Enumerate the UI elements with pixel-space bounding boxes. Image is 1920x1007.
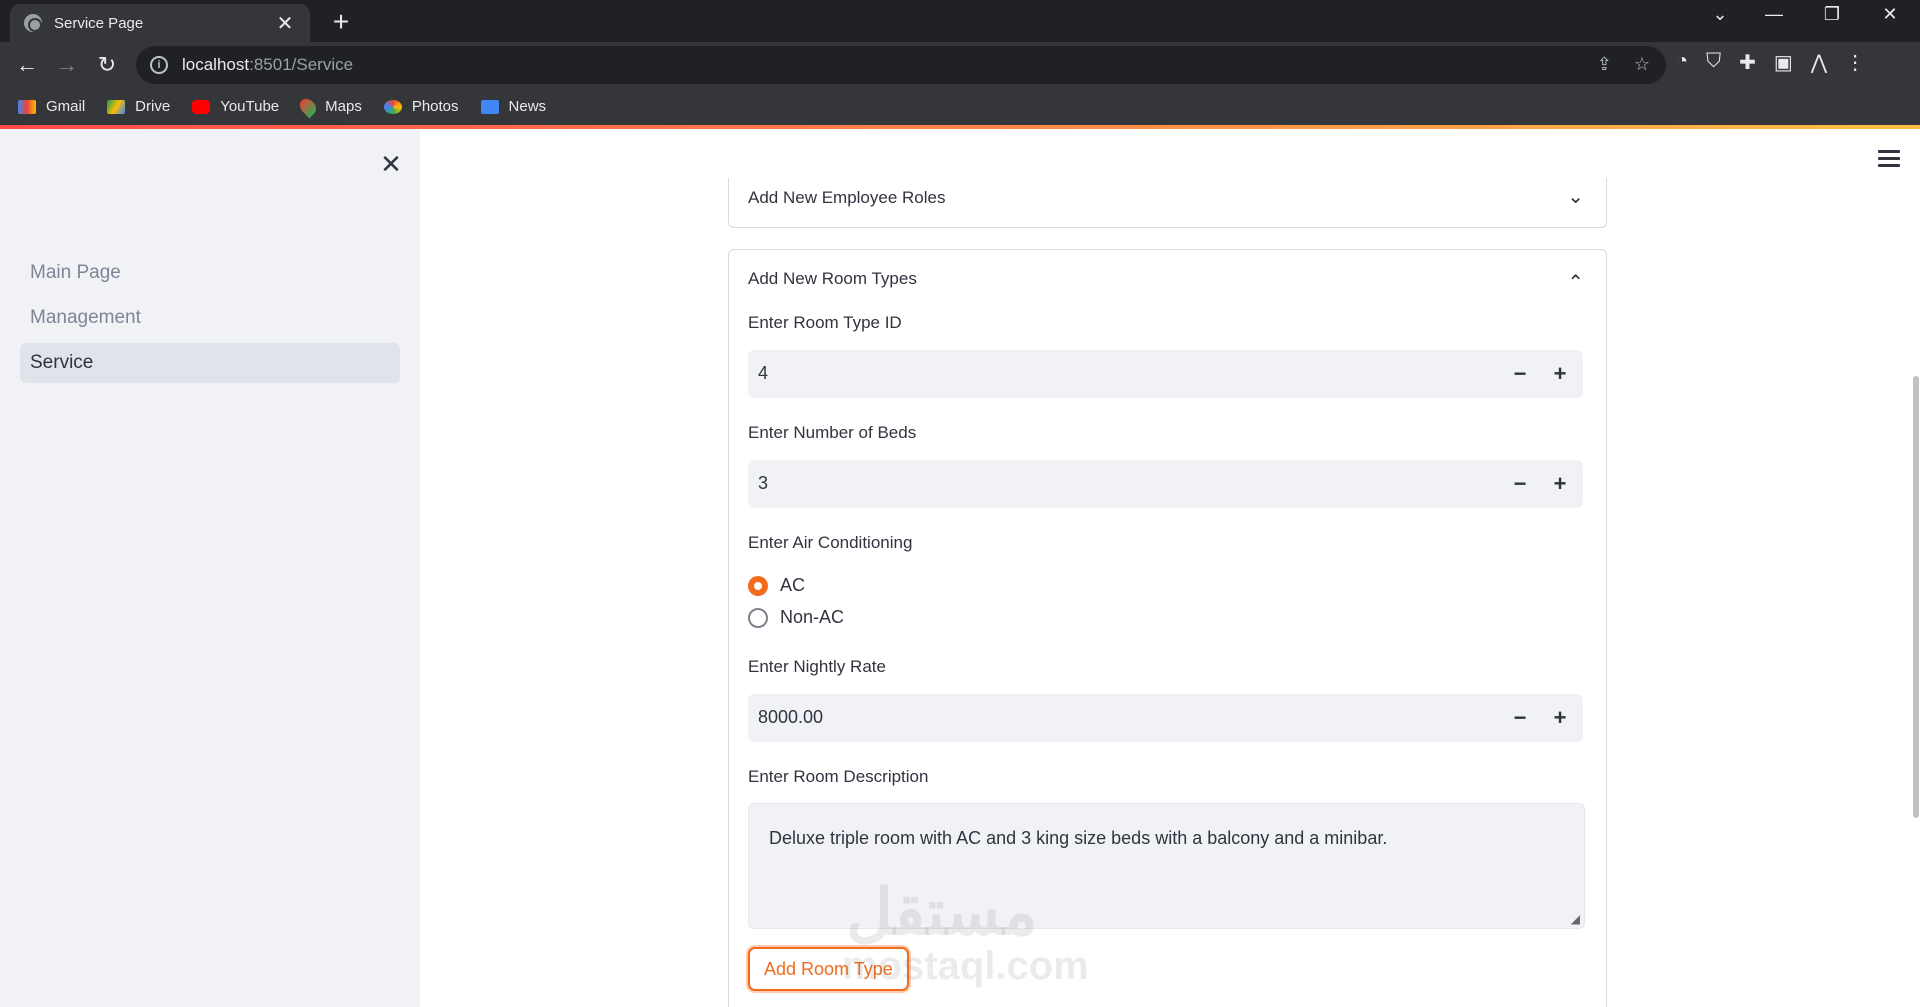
bookmark-label: News [508,98,547,115]
resize-grip-icon[interactable]: ◢ [1571,912,1580,926]
back-icon[interactable]: ← [10,48,44,82]
new-tab-button[interactable]: + [325,6,357,38]
reload-icon[interactable]: ↻ [90,48,124,82]
bookmark-youtube[interactable]: YouTube [192,98,279,115]
extension-speed-icon[interactable]: ◔ [1676,50,1688,75]
shield-icon[interactable]: ⛉ [1706,50,1721,75]
tab-title: Service Page [54,14,144,32]
window-close-icon[interactable]: ✕ [1870,4,1910,25]
news-icon [480,99,499,114]
nightly-rate-label: Enter Nightly Rate [748,657,886,676]
bookmark-news[interactable]: News [480,98,547,115]
bookmark-label: Maps [325,98,362,115]
nightly-rate-input[interactable]: 8000.00 − + [748,694,1583,742]
room-type-id-value: 4 [758,363,769,383]
expander-header[interactable]: Add New Room Types ⌃ [729,250,1606,296]
radio-option-ac[interactable]: AC [748,575,805,596]
bookmark-drive[interactable]: Drive [107,98,170,115]
decrement-button[interactable]: − [1505,703,1535,733]
nightly-rate-value: 8000.00 [758,707,824,727]
maps-pin-icon [296,95,320,118]
tab-strip: Service Page ✕ + ⌄ — ❐ ✕ [0,0,1920,42]
radio-unselected-icon [748,607,768,628]
menu-kebab-icon[interactable]: ⋮ [1845,50,1865,75]
radio-label: AC [780,575,806,595]
increment-button[interactable]: + [1545,359,1575,389]
radio-option-non-ac[interactable]: Non-AC [748,607,844,628]
chevron-up-icon: ⌃ [1567,272,1584,294]
url-host: localhost [182,55,250,74]
profile-icon[interactable]: ⋀ [1811,50,1827,75]
bookmark-star-icon[interactable]: ☆ [1634,54,1650,75]
beds-input[interactable]: 3 − + [748,460,1583,508]
expander-title: Add New Room Types [748,269,917,288]
sidebar-item-service[interactable]: Service [20,343,400,383]
beds-value: 3 [758,473,769,493]
address-bar[interactable]: i localhost:8501/Service ⇪ ☆ [136,46,1666,84]
site-info-icon[interactable]: i [150,56,168,74]
bookmark-photos[interactable]: Photos [383,98,459,115]
room-type-id-input[interactable]: 4 − + [748,350,1583,398]
sidebar-nav: Main Page Management Service [20,253,400,388]
watermark-arabic: مستقل [846,876,1038,948]
watermark: مستقل mostaql.com [842,880,1089,989]
watermark-latin: mostaql.com [842,944,1089,988]
globe-icon [24,14,42,32]
bookmarks-bar: Gmail Drive YouTube Maps Photos News [0,88,1920,125]
bookmark-label: YouTube [220,98,280,115]
youtube-icon [192,99,211,114]
browser-toolbar: ← → ↻ i localhost:8501/Service ⇪ ☆ ◔ ⛉ ✚… [0,42,1920,88]
main-menu-icon[interactable] [1878,150,1900,168]
url-path: :8501/Service [249,55,354,74]
sidepanel-icon[interactable]: ▣ [1774,50,1793,75]
room-description-label: Enter Room Description [748,767,929,786]
radio-label: Non-AC [780,607,845,627]
puzzle-icon[interactable]: ✚ [1739,50,1756,75]
minimize-icon[interactable]: — [1754,4,1794,25]
share-icon[interactable]: ⇪ [1597,54,1612,75]
decrement-button[interactable]: − [1505,469,1535,499]
air-conditioning-label: Enter Air Conditioning [748,533,913,552]
drive-icon [107,99,126,114]
decrement-button[interactable]: − [1505,359,1535,389]
increment-button[interactable]: + [1545,469,1575,499]
browser-chrome: Service Page ✕ + ⌄ — ❐ ✕ ← → ↻ i localho… [0,0,1920,129]
forward-icon[interactable]: → [50,48,84,82]
photos-pinwheel-icon [383,99,402,114]
bookmark-label: Gmail [46,98,86,115]
gmail-icon [18,99,36,114]
radio-selected-icon [748,575,768,596]
sidebar: ✕ Main Page Management Service [0,129,420,1007]
sidebar-close-icon[interactable]: ✕ [378,149,404,180]
expander-title: Add New Employee Roles [748,188,946,207]
restore-icon[interactable]: ❐ [1812,4,1852,25]
bookmark-maps[interactable]: Maps [296,95,362,118]
page-scrollbar[interactable] [1913,376,1919,818]
browser-tab[interactable]: Service Page ✕ [10,4,310,42]
bookmark-label: Drive [135,98,171,115]
chevron-down-icon: ⌄ [1567,186,1584,208]
room-type-id-label: Enter Room Type ID [748,313,902,332]
beds-label: Enter Number of Beds [748,423,917,442]
bookmark-label: Photos [411,98,459,115]
room-description-value: Deluxe triple room with AC and 3 king si… [769,828,1388,848]
sidebar-item-management[interactable]: Management [20,298,400,338]
bookmark-gmail[interactable]: Gmail [18,98,85,115]
expander-employee-roles[interactable]: Add New Employee Roles ⌄ [728,178,1607,228]
sidebar-item-main-page[interactable]: Main Page [20,253,400,293]
tab-close-icon[interactable]: ✕ [274,11,296,36]
tab-search-icon[interactable]: ⌄ [1700,4,1740,25]
increment-button[interactable]: + [1545,703,1575,733]
